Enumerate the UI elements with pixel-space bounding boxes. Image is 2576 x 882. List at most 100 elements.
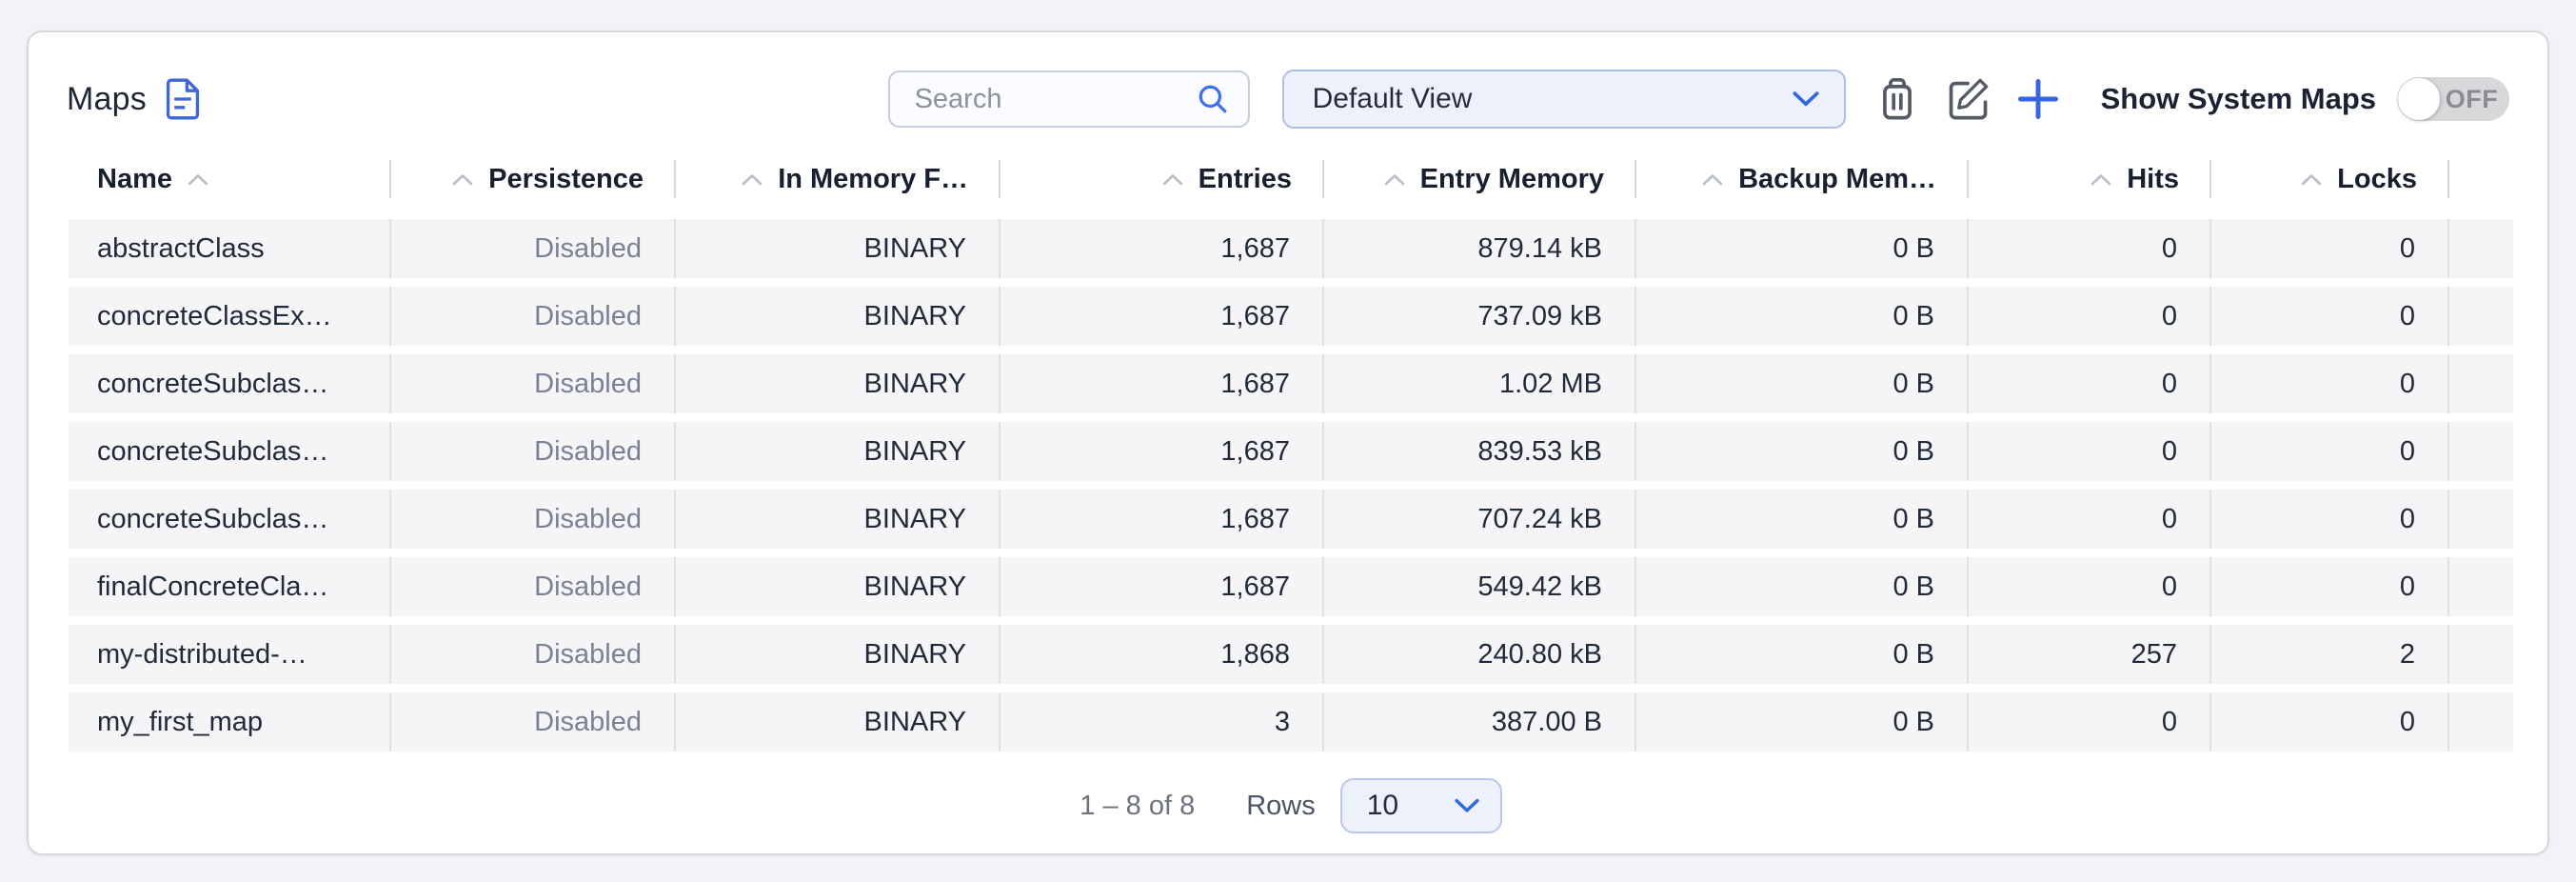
cell-entry-memory: 737.09 kB [1324,287,1636,346]
cell-entries: 1,687 [1001,219,1324,278]
cell-spacer [2449,490,2513,549]
cell-name: abstractClass [69,219,391,278]
cell-locks: 0 [2211,219,2449,278]
cell-spacer [2449,557,2513,616]
cell-spacer [2449,354,2513,413]
cell-spacer [2449,692,2513,752]
cell-backup-memory: 0 B [1636,422,1969,481]
sort-caret-icon [2301,173,2322,186]
cell-hits: 0 [1969,354,2211,413]
pagination-range: 1 – 8 of 8 [1080,791,1195,822]
sort-caret-icon [452,173,473,186]
page-title: Maps [67,81,147,118]
cell-entry-memory: 549.42 kB [1324,557,1636,616]
cell-in-memory-format: BINARY [676,557,1001,616]
cell-entries: 1,687 [1001,557,1324,616]
column-header-entry-memory[interactable]: Entry Memory [1324,154,1636,204]
cell-entries: 1,687 [1001,490,1324,549]
table-row[interactable]: concreteSubclas… Disabled BINARY 1,687 7… [69,490,2513,549]
sort-caret-icon [188,173,208,186]
cell-name: my_first_map [69,692,391,752]
delete-button[interactable] [1876,76,1918,122]
document-icon[interactable] [166,78,200,120]
column-header-backup-memory[interactable]: Backup Mem… [1636,154,1969,204]
pagination: 1 – 8 of 8 Rows 10 [69,778,2513,833]
cell-persistence: Disabled [391,219,676,278]
cell-entries: 1,687 [1001,354,1324,413]
edit-icon [1945,76,1991,122]
table-row[interactable]: concreteSubclas… Disabled BINARY 1,687 8… [69,422,2513,481]
cell-backup-memory: 0 B [1636,490,1969,549]
rows-per-page-select[interactable]: 10 [1340,778,1502,833]
column-label: Entry Memory [1420,164,1604,195]
cell-persistence: Disabled [391,490,676,549]
cell-entry-memory: 1.02 MB [1324,354,1636,413]
show-system-maps-toggle[interactable]: OFF [2397,77,2509,121]
column-header-hits[interactable]: Hits [1969,154,2211,204]
cell-backup-memory: 0 B [1636,219,1969,278]
cell-locks: 0 [2211,354,2449,413]
cell-in-memory-format: BINARY [676,287,1001,346]
cell-persistence: Disabled [391,287,676,346]
cell-in-memory-format: BINARY [676,625,1001,684]
sort-caret-icon [742,173,763,186]
cell-name: concreteSubclas… [69,490,391,549]
cell-name: concreteSubclas… [69,422,391,481]
cell-persistence: Disabled [391,354,676,413]
table-row[interactable]: my-distributed-… Disabled BINARY 1,868 2… [69,625,2513,684]
cell-in-memory-format: BINARY [676,354,1001,413]
toolbar: Maps [67,69,2509,130]
column-header-in-memory-format[interactable]: In Memory F… [676,154,1001,204]
column-header-persistence[interactable]: Persistence [391,154,676,204]
search-input[interactable] [913,83,1197,116]
column-header-entries[interactable]: Entries [1001,154,1324,204]
cell-locks: 2 [2211,625,2449,684]
column-label: In Memory F… [778,164,968,195]
rows-per-page-label: Rows [1246,791,1316,822]
column-header-name[interactable]: Name [69,154,391,204]
cell-in-memory-format: BINARY [676,422,1001,481]
cell-persistence: Disabled [391,692,676,752]
cell-entries: 1,868 [1001,625,1324,684]
column-label: Hits [2127,164,2179,195]
column-header-spacer [2449,154,2513,204]
title-group: Maps [67,78,200,120]
table-row[interactable]: finalConcreteCla… Disabled BINARY 1,687 … [69,557,2513,616]
view-select[interactable]: Default View [1282,70,1846,129]
chevron-down-icon [1455,798,1479,813]
cell-entry-memory: 839.53 kB [1324,422,1636,481]
cell-spacer [2449,219,2513,278]
column-label: Name [97,164,172,195]
table-row[interactable]: concreteSubclas… Disabled BINARY 1,687 1… [69,354,2513,413]
sort-caret-icon [2091,173,2111,186]
table-row[interactable]: my_first_map Disabled BINARY 3 387.00 B … [69,692,2513,752]
show-system-maps-label: Show System Maps [2101,82,2376,116]
cell-in-memory-format: BINARY [676,219,1001,278]
cell-in-memory-format: BINARY [676,490,1001,549]
cell-backup-memory: 0 B [1636,354,1969,413]
cell-entries: 3 [1001,692,1324,752]
cell-hits: 0 [1969,490,2211,549]
cell-hits: 0 [1969,287,2211,346]
column-label: Locks [2337,164,2417,195]
trash-icon [1876,76,1918,122]
cell-entry-memory: 707.24 kB [1324,490,1636,549]
table-row[interactable]: abstractClass Disabled BINARY 1,687 879.… [69,219,2513,278]
table-row[interactable]: concreteClassEx… Disabled BINARY 1,687 7… [69,287,2513,346]
column-label: Backup Mem… [1738,164,1936,195]
table-header: Name Persistence In Memory F… [69,154,2513,204]
cell-backup-memory: 0 B [1636,692,1969,752]
plus-icon [2015,76,2061,122]
search-icon[interactable] [1197,83,1229,115]
cell-name: concreteSubclas… [69,354,391,413]
add-button[interactable] [2015,76,2061,122]
cell-persistence: Disabled [391,422,676,481]
cell-locks: 0 [2211,490,2449,549]
column-label: Persistence [488,164,644,195]
edit-button[interactable] [1945,76,1991,122]
cell-spacer [2449,625,2513,684]
search-box[interactable] [888,70,1250,128]
cell-backup-memory: 0 B [1636,557,1969,616]
cell-entries: 1,687 [1001,422,1324,481]
column-header-locks[interactable]: Locks [2211,154,2449,204]
